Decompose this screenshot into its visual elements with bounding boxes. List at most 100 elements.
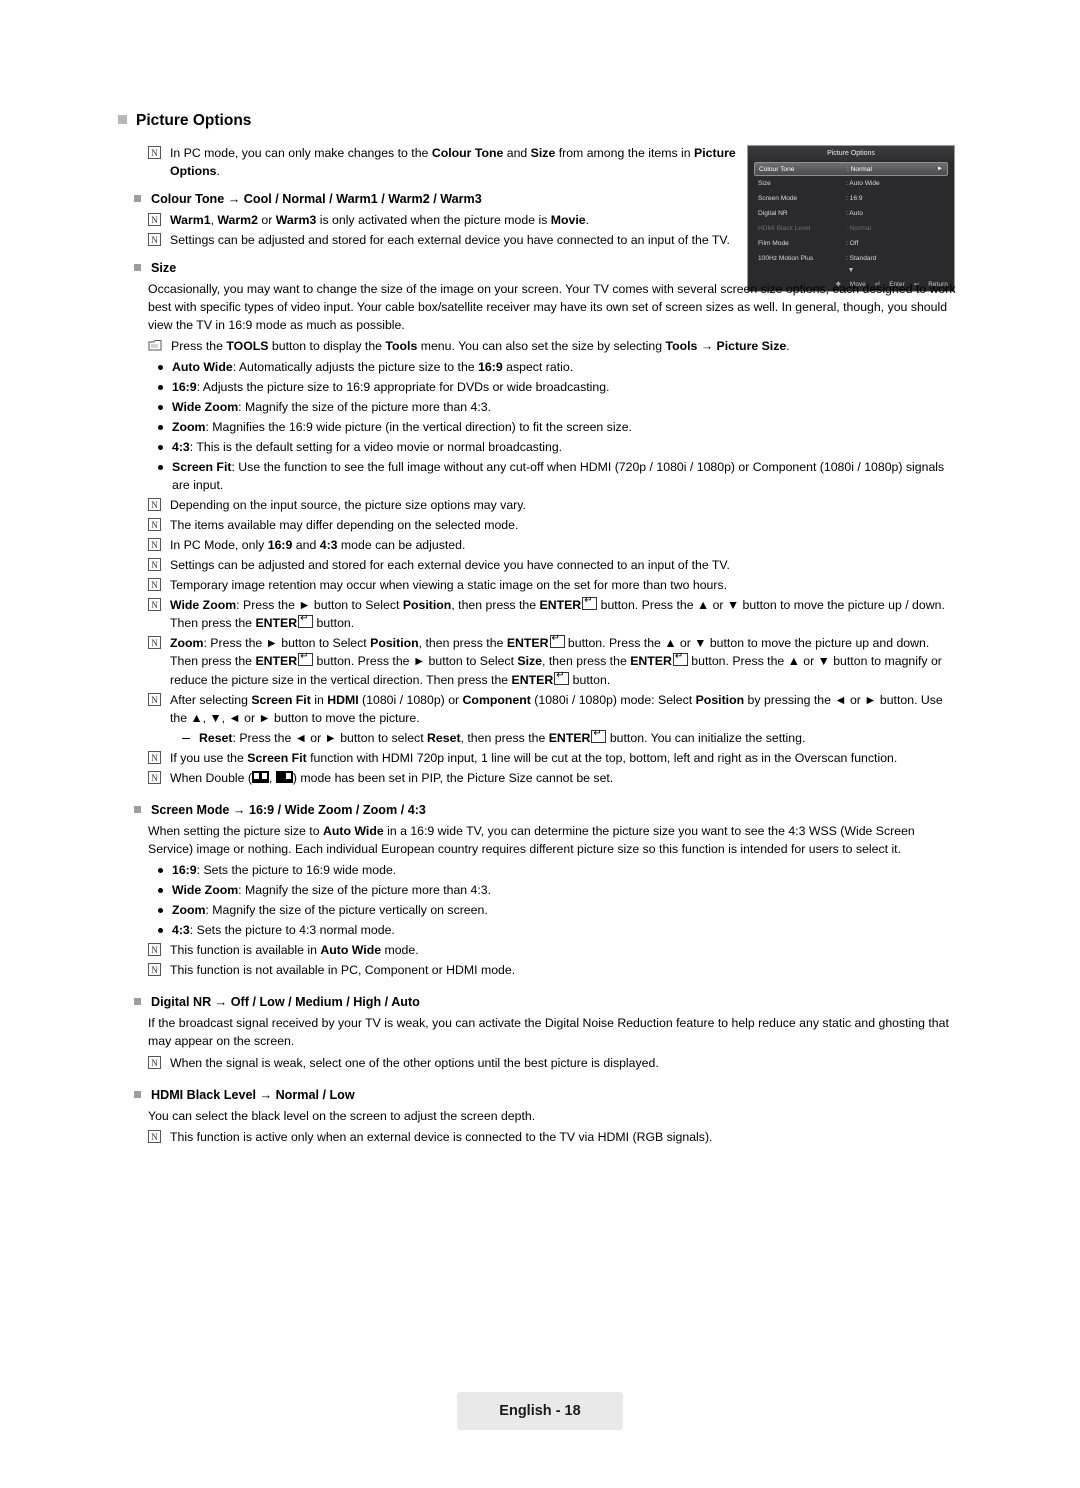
- note-icon: N: [148, 233, 161, 247]
- svg-text:N: N: [151, 148, 158, 158]
- note-icon: N: [148, 146, 161, 159]
- note-icon: N: [148, 770, 161, 784]
- dot-bullet-icon: [158, 868, 163, 873]
- list-item: Zoom: Magnifies the 16:9 wide picture (i…: [158, 418, 956, 436]
- note-text: In PC Mode, only 16:9 and 4:3 mode can b…: [170, 538, 466, 553]
- note-overscan: N If you use the Screen Fit function wit…: [148, 749, 956, 767]
- subheading-text: Colour Tone → Cool / Normal / Warm1 / Wa…: [151, 192, 482, 207]
- svg-text:N: N: [151, 540, 158, 550]
- document-body: Picture Options N In PC mode, you can on…: [118, 112, 956, 1148]
- note-colour-tone-2: N Settings can be adjusted and stored fo…: [148, 231, 748, 249]
- page-footer: English - 18: [457, 1392, 623, 1430]
- list-item: 4:3: Sets the picture to 4:3 normal mode…: [158, 921, 956, 939]
- dot-bullet-icon: [158, 364, 163, 370]
- dot-bullet-icon: [158, 908, 163, 914]
- dot-bullet-icon: [158, 384, 163, 390]
- note-reset: Reset: Press the ◄ or ► button to select…: [182, 728, 956, 747]
- note-size-2: N The items available may differ dependi…: [148, 516, 956, 534]
- square-bullet-icon: [134, 1090, 141, 1098]
- note-double-pip: N When Double (, ) mode has been set in …: [148, 769, 956, 787]
- note-icon: N: [148, 963, 161, 977]
- svg-text:N: N: [151, 695, 158, 705]
- svg-text:N: N: [151, 1058, 158, 1068]
- list-item-text: 4:3: Sets the picture to 4:3 normal mode…: [172, 923, 395, 938]
- square-bullet-icon: [134, 264, 141, 272]
- subheading-hdmi-black-level: HDMI Black Level → Normal / Low: [134, 1088, 956, 1102]
- list-item: Wide Zoom: Magnify the size of the pictu…: [158, 398, 956, 416]
- paragraph-digital-nr: If the broadcast signal received by your…: [148, 1016, 949, 1049]
- square-bullet-icon: [134, 195, 141, 203]
- note-icon: N: [148, 692, 161, 706]
- enter-key-icon: [582, 595, 598, 611]
- note-icon: N: [148, 538, 161, 552]
- list-item: 16:9: Sets the picture to 16:9 wide mode…: [158, 861, 956, 879]
- note-icon: N: [148, 213, 161, 227]
- note-size-5: N Temporary image retention may occur wh…: [148, 576, 956, 594]
- note-text: Warm1, Warm2 or Warm3 is only activated …: [170, 213, 590, 228]
- note-icon: N: [148, 578, 161, 592]
- dot-bullet-icon: [158, 928, 163, 934]
- svg-text:N: N: [151, 560, 158, 570]
- square-bullet-icon: [118, 115, 127, 124]
- section-heading-picture-options: Picture Options: [118, 112, 956, 130]
- svg-text:N: N: [151, 773, 158, 783]
- subheading-colour-tone: Colour Tone → Cool / Normal / Warm1 / Wa…: [134, 192, 956, 206]
- note-text: If you use the Screen Fit function with …: [170, 750, 898, 765]
- note-icon: N: [148, 518, 161, 531]
- enter-key-icon: [549, 633, 565, 649]
- svg-text:N: N: [151, 638, 158, 648]
- note-icon: N: [148, 943, 161, 957]
- list-item: Wide Zoom: Magnify the size of the pictu…: [158, 881, 956, 899]
- note-icon: N: [148, 1129, 161, 1143]
- note-tools: Press the TOOLS button to display the To…: [148, 337, 956, 355]
- list-item-text: Auto Wide: Automatically adjusts the pic…: [172, 359, 574, 374]
- double-window-icon: [252, 770, 270, 783]
- note-text: Reset: Press the ◄ or ► button to select…: [199, 728, 805, 747]
- note-text: Wide Zoom: Press the ► button to Select …: [170, 595, 956, 632]
- subheading-digital-nr: Digital NR → Off / Low / Medium / High /…: [134, 995, 956, 1009]
- page: Picture Options Colour Tone : Normal ► S…: [0, 0, 1080, 1488]
- note-icon: N: [148, 636, 161, 650]
- note-wide-zoom: N Wide Zoom: Press the ► button to Selec…: [148, 595, 956, 632]
- note-zoom: N Zoom: Press the ► button to Select Pos…: [148, 633, 956, 688]
- svg-text:N: N: [151, 580, 158, 590]
- paragraph-size-intro: Occasionally, you may want to change the…: [148, 282, 956, 333]
- svg-text:N: N: [151, 1132, 158, 1142]
- svg-text:N: N: [151, 965, 158, 975]
- list-item: Screen Fit: Use the function to see the …: [158, 458, 956, 494]
- subheading-text: Screen Mode → 16:9 / Wide Zoom / Zoom / …: [151, 802, 426, 817]
- note-size-3: N In PC Mode, only 16:9 and 4:3 mode can…: [148, 536, 956, 554]
- list-item-text: 16:9: Sets the picture to 16:9 wide mode…: [172, 863, 397, 877]
- square-bullet-icon: [134, 998, 141, 1006]
- svg-text:N: N: [151, 520, 158, 530]
- dot-bullet-icon: [158, 424, 163, 430]
- note-text: After selecting Screen Fit in HDMI (1080…: [170, 692, 943, 725]
- note-screen-mode-2: N This function is not available in PC, …: [148, 961, 956, 979]
- list-item-text: Screen Fit: Use the function to see the …: [172, 459, 945, 492]
- note-pc-mode: N In PC mode, you can only make changes …: [148, 144, 748, 180]
- note-screen-fit: N After selecting Screen Fit in HDMI (10…: [148, 691, 956, 727]
- subheading-text: Size: [151, 261, 177, 276]
- enter-key-icon: [591, 728, 607, 743]
- note-text: The items available may differ depending…: [170, 518, 519, 532]
- list-item: 4:3: This is the default setting for a v…: [158, 438, 956, 456]
- note-icon: N: [148, 558, 161, 572]
- note-size-1: N Depending on the input source, the pic…: [148, 496, 956, 514]
- svg-text:N: N: [151, 215, 158, 225]
- svg-text:N: N: [151, 500, 158, 510]
- tools-icon: [148, 339, 162, 352]
- dot-bullet-icon: [158, 444, 163, 450]
- square-bullet-icon: [134, 805, 141, 813]
- svg-text:N: N: [151, 753, 158, 763]
- paragraph-screen-mode: When setting the picture size to Auto Wi…: [148, 823, 915, 856]
- list-item: 16:9: Adjusts the picture size to 16:9 a…: [158, 378, 956, 396]
- subheading-size: Size: [134, 261, 956, 275]
- list-item-text: 4:3: This is the default setting for a v…: [172, 439, 563, 454]
- dot-bullet-icon: [158, 464, 163, 470]
- note-icon: N: [148, 750, 161, 764]
- dash-bullet-icon: [182, 737, 190, 739]
- note-screen-mode-1: N This function is available in Auto Wid…: [148, 941, 956, 959]
- list-item-text: Zoom: Magnifies the 16:9 wide picture (i…: [172, 419, 632, 434]
- note-text: Press the TOOLS button to display the To…: [171, 339, 790, 354]
- pip-window-icon: [275, 770, 293, 783]
